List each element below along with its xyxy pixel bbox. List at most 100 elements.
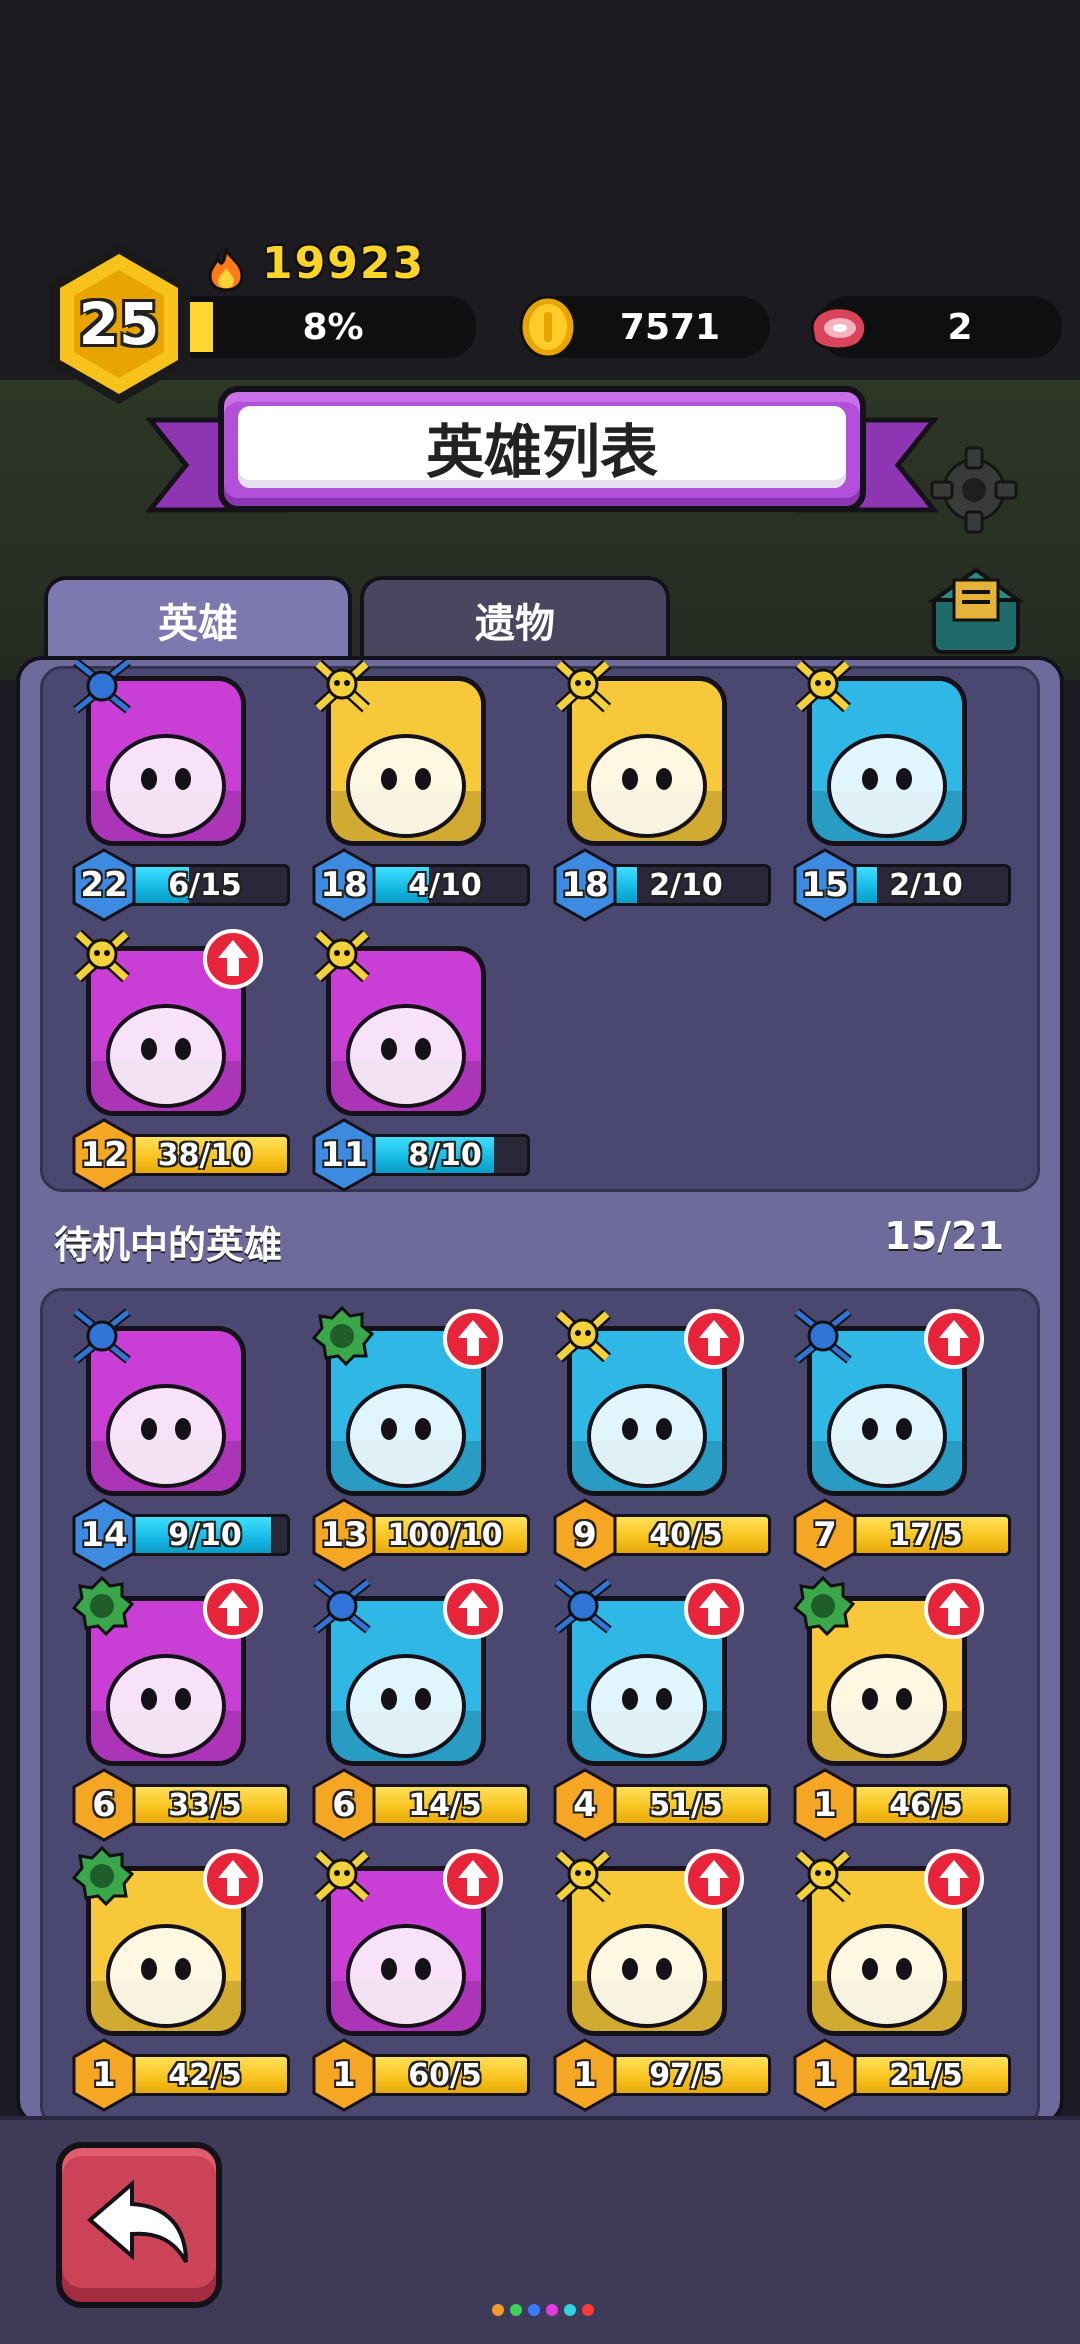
hero-card[interactable]: 21/5 1 [791, 1846, 1011, 2112]
hero-card[interactable]: 46/5 1 [791, 1576, 1011, 1842]
upgrade-arrow-icon [924, 1309, 984, 1369]
hero-card[interactable]: 2/10 18 [551, 656, 771, 922]
hero-shard-bar: 4/10 [360, 864, 530, 906]
tab-relics[interactable]: 遗物 [360, 576, 670, 660]
upgrade-arrow-icon [924, 1579, 984, 1639]
hero-card[interactable]: 100/10 13 [310, 1306, 530, 1572]
hero-level: 6 [92, 1785, 116, 1825]
standby-count: 15/21 [884, 1214, 1004, 1258]
hero-card[interactable]: 2/10 15 [791, 656, 1011, 922]
upgrade-arrow-icon [443, 1849, 503, 1909]
power-value: 19923 [262, 238, 426, 289]
class-badge-gold-icon [73, 929, 131, 983]
hero-card[interactable]: 40/5 9 [551, 1306, 771, 1572]
hero-shard-bar: 51/5 [601, 1784, 771, 1826]
mail-icon[interactable] [928, 566, 1024, 658]
tab-heroes[interactable]: 英雄 [44, 576, 352, 660]
gold-value: 7571 [619, 306, 721, 348]
xp-progress-bar: 8% [190, 296, 476, 358]
hero-shard-bar: 60/5 [360, 2054, 530, 2096]
class-badge-green-icon [311, 1306, 374, 1366]
class-badge-green-icon [71, 1576, 134, 1636]
hero-level: 11 [320, 1135, 368, 1175]
hero-card[interactable]: 9/10 14 [70, 1306, 290, 1572]
hero-shards: 42/5 [168, 2057, 242, 2093]
hero-shard-bar: 17/5 [841, 1514, 1011, 1556]
hero-card[interactable]: 8/10 11 [310, 926, 530, 1192]
hero-shard-bar: 46/5 [841, 1784, 1011, 1826]
hero-card[interactable]: 17/5 7 [791, 1306, 1011, 1572]
xp-percent: 8% [302, 306, 364, 348]
hero-card[interactable]: 33/5 6 [70, 1576, 290, 1842]
upgrade-arrow-icon [684, 1309, 744, 1369]
hero-shard-bar: 8/10 [360, 1134, 530, 1176]
class-badge-gold-icon [794, 659, 852, 713]
hero-shards: 4/10 [408, 867, 482, 903]
hero-level: 22 [80, 865, 128, 905]
upgrade-arrow-icon [203, 1579, 263, 1639]
hero-level: 18 [561, 865, 609, 905]
hero-level: 18 [320, 865, 368, 905]
page-title: 英雄列表 [425, 418, 658, 486]
hero-shards: 60/5 [408, 2057, 482, 2093]
hero-shard-bar: 42/5 [120, 2054, 290, 2096]
hero-shards: 9/10 [168, 1517, 242, 1553]
back-arrow-icon [86, 2179, 188, 2263]
hero-shards: 51/5 [649, 1787, 723, 1823]
class-badge-gold-icon [794, 1849, 852, 1903]
hero-level: 14 [80, 1515, 128, 1555]
upgrade-arrow-icon [203, 1849, 263, 1909]
hero-card[interactable]: 42/5 1 [70, 1846, 290, 2112]
class-badge-gold-icon [554, 1309, 612, 1363]
page-indicator-dots [492, 2304, 594, 2316]
hero-shard-bar: 2/10 [601, 864, 771, 906]
hero-shard-bar: 97/5 [601, 2054, 771, 2096]
hero-shards: 33/5 [168, 1787, 242, 1823]
class-badge-gold-icon [313, 1849, 371, 1903]
back-button[interactable] [56, 2142, 222, 2308]
hero-card[interactable]: 14/5 6 [310, 1576, 530, 1842]
hero-shard-bar: 40/5 [601, 1514, 771, 1556]
hero-level: 6 [332, 1785, 356, 1825]
hero-shards: 40/5 [649, 1517, 723, 1553]
hero-shard-bar: 33/5 [120, 1784, 290, 1826]
hero-shards: 14/5 [408, 1787, 482, 1823]
class-badge-blue-icon [73, 1308, 131, 1364]
hero-shard-bar: 38/10 [120, 1134, 290, 1176]
hero-shards: 2/10 [889, 867, 963, 903]
hero-level: 1 [332, 2055, 356, 2095]
hero-card[interactable]: 38/10 12 [70, 926, 290, 1192]
hero-shards: 97/5 [649, 2057, 723, 2093]
hero-shard-bar: 14/5 [360, 1784, 530, 1826]
hero-shards: 17/5 [889, 1517, 963, 1553]
class-badge-green-icon [792, 1576, 855, 1636]
upgrade-arrow-icon [443, 1579, 503, 1639]
gear-icon[interactable] [928, 444, 1020, 536]
upgrade-arrow-icon [684, 1849, 744, 1909]
hero-level: 1 [573, 2055, 597, 2095]
hero-card[interactable]: 6/15 22 [70, 656, 290, 922]
hero-shard-bar: 21/5 [841, 2054, 1011, 2096]
hero-card[interactable]: 4/10 18 [310, 656, 530, 922]
class-badge-gold-icon [313, 659, 371, 713]
hero-card[interactable]: 51/5 4 [551, 1576, 771, 1842]
hero-shards: 46/5 [889, 1787, 963, 1823]
hero-level: 1 [813, 1785, 837, 1825]
title-plate: 英雄列表 [238, 406, 846, 488]
hero-shard-bar: 6/15 [120, 864, 290, 906]
class-badge-gold-icon [554, 659, 612, 713]
hero-card[interactable]: 60/5 1 [310, 1846, 530, 2112]
title-banner: 英雄列表 [218, 386, 866, 512]
hero-shards: 6/15 [168, 867, 242, 903]
hero-shard-bar: 100/10 [360, 1514, 530, 1556]
class-badge-blue-icon [313, 1578, 371, 1634]
hero-level: 7 [813, 1515, 837, 1555]
meat-value: 2 [947, 306, 973, 348]
hero-shards: 2/10 [649, 867, 723, 903]
upgrade-arrow-icon [443, 1309, 503, 1369]
hero-card[interactable]: 97/5 1 [551, 1846, 771, 2112]
class-badge-blue-icon [554, 1578, 612, 1634]
meat-icon [810, 306, 868, 351]
flame-icon [208, 248, 244, 292]
class-badge-blue-icon [794, 1308, 852, 1364]
